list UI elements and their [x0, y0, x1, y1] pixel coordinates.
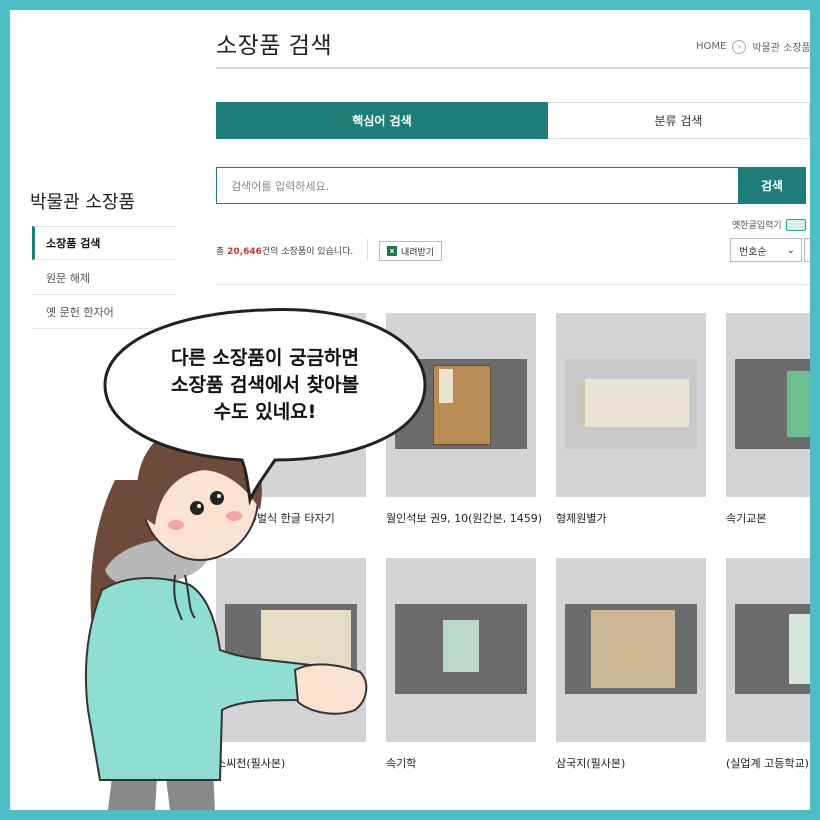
hoodie — [84, 577, 312, 781]
right-eye-highlight — [217, 494, 221, 498]
left-eye — [190, 501, 204, 515]
speech-line-2: 소장품 검색에서 찾아볼 — [170, 374, 360, 396]
right-cheek — [226, 511, 242, 521]
right-eye — [210, 491, 224, 505]
hand — [293, 663, 368, 715]
left-cheek — [168, 520, 184, 530]
speech-line-1: 다른 소장품이 궁금하면 — [170, 347, 360, 369]
screen-frame: 소장품 검색 HOME › 박물관 소장품 박물관 소장품 소장품 검색 원문 … — [10, 10, 810, 810]
speech-line-3: 수도 있네요! — [213, 401, 317, 423]
speech-bubble-text: 다른 소장품이 궁금하면 소장품 검색에서 찾아볼 수도 있네요! — [108, 345, 422, 426]
left-eye-highlight — [197, 504, 201, 508]
